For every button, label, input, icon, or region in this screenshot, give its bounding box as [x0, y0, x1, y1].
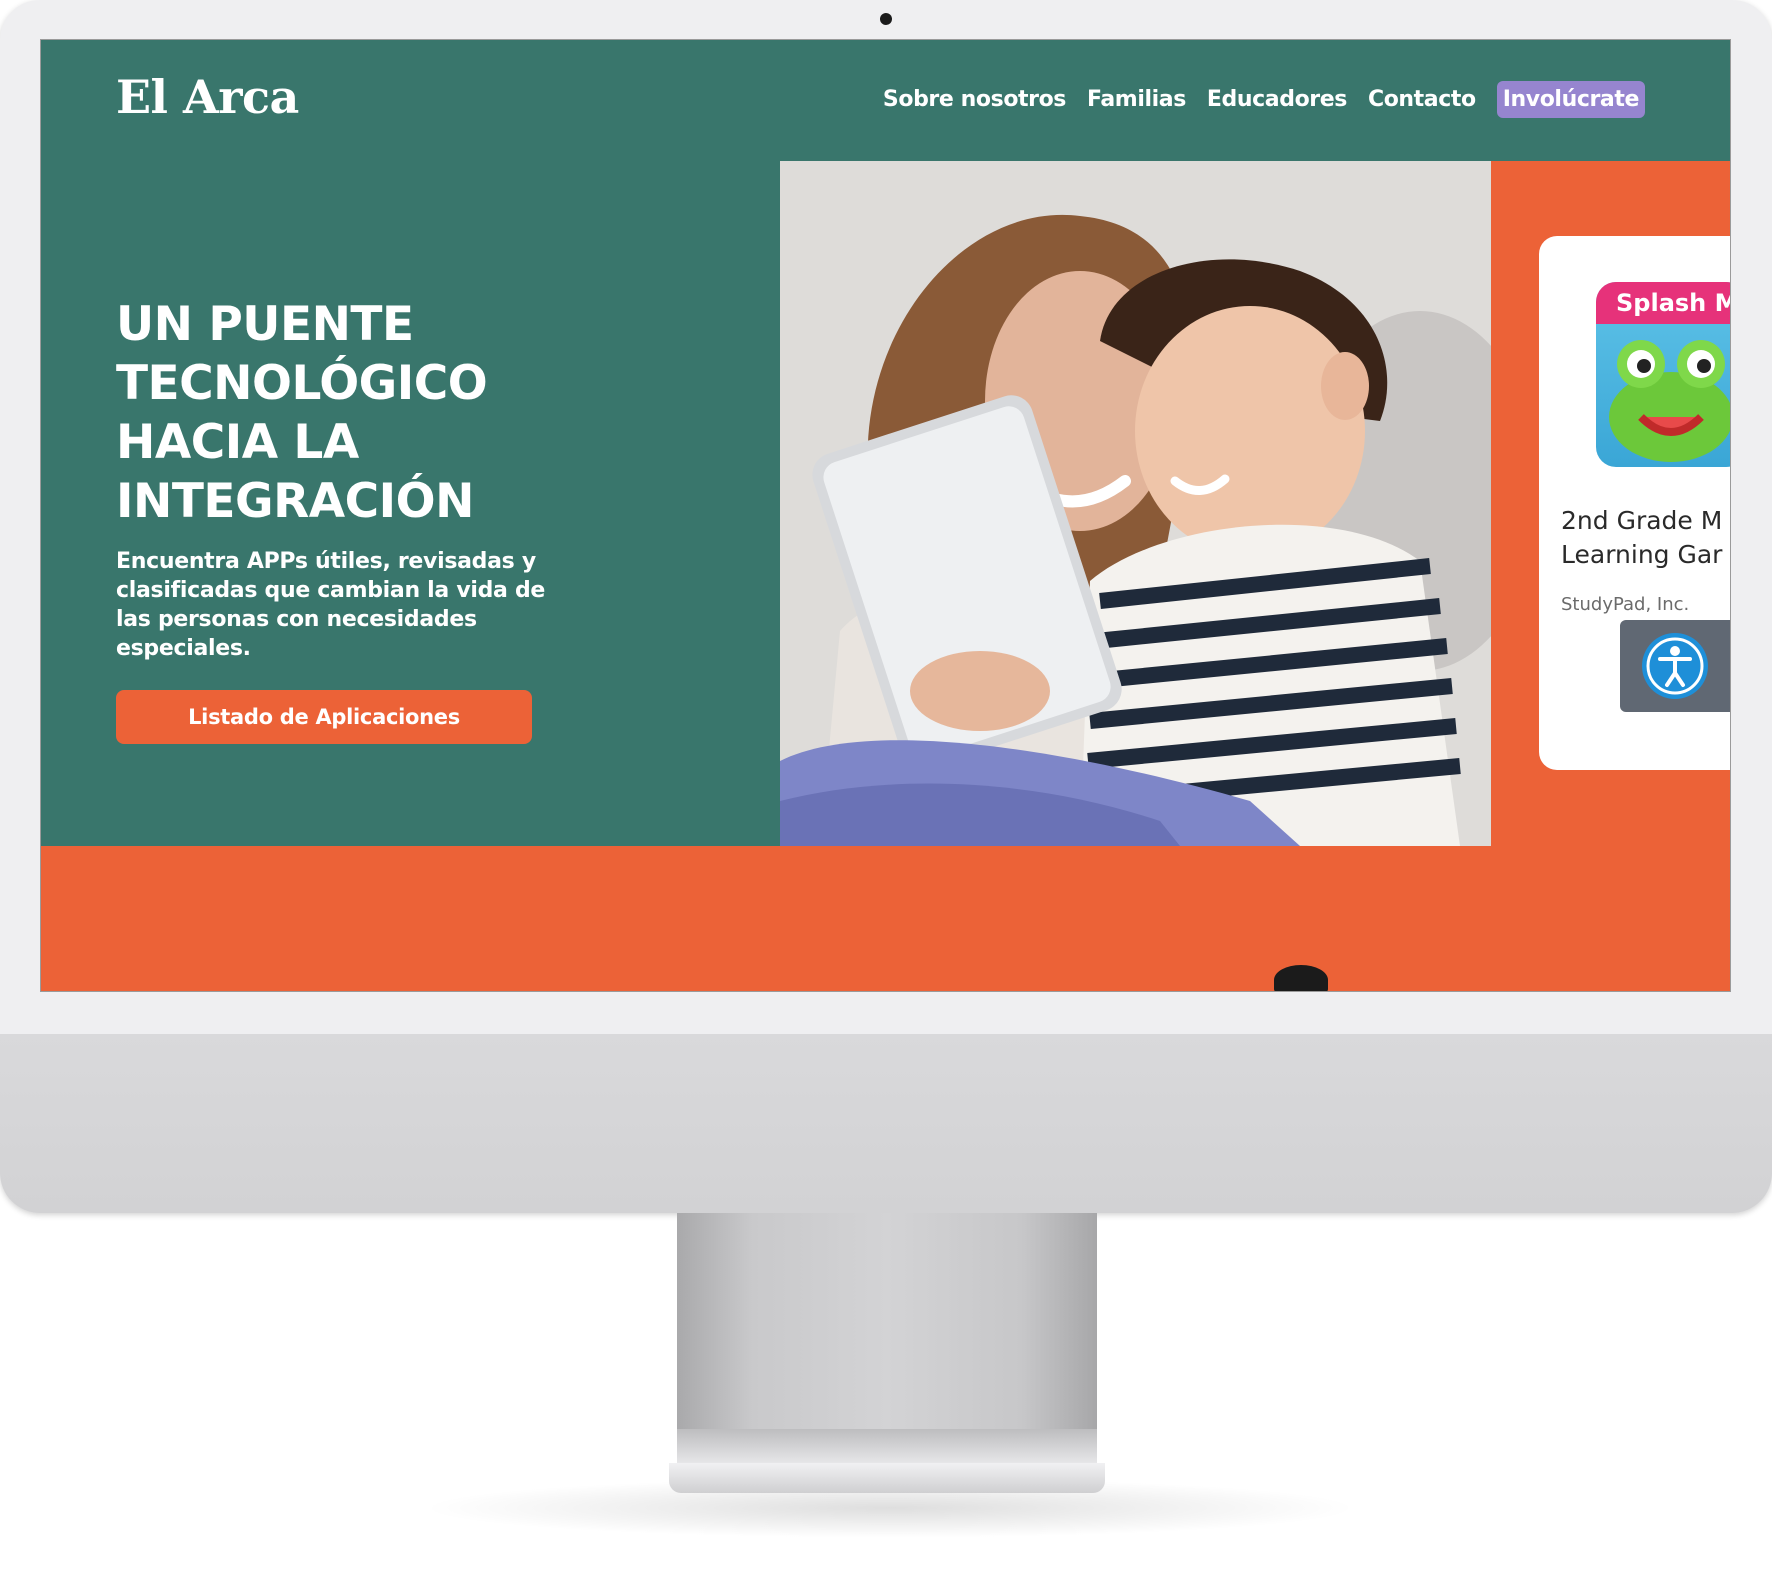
hero-title-line: TECNOLÓGICO — [116, 356, 488, 411]
decorative-shape — [1274, 965, 1328, 991]
hero-section: UN PUENTE TECNOLÓGICO HACIA LA INTEGRACI… — [41, 161, 780, 846]
hero-subtitle: Encuentra APPs útiles, revisadas y clasi… — [116, 549, 546, 661]
app-name-line: 2nd Grade M — [1561, 506, 1723, 535]
app-list-button[interactable]: Listado de Aplicaciones — [116, 690, 532, 744]
bottom-section — [41, 846, 1730, 991]
app-icon: Splash M — [1596, 282, 1730, 467]
hero-title-line: UN PUENTE — [116, 297, 414, 352]
accessibility-person-icon — [1642, 633, 1708, 699]
app-name-line: Learning Gar — [1561, 540, 1723, 569]
hero-title-line: INTEGRACIÓN — [116, 474, 474, 529]
hero-photo-illustration — [780, 161, 1491, 846]
app-name: 2nd Grade M Learning Gar — [1561, 504, 1730, 572]
hero-title: UN PUENTE TECNOLÓGICO HACIA LA INTEGRACI… — [116, 295, 576, 531]
nav-link-educadores[interactable]: Educadores — [1207, 87, 1347, 112]
imac-stand — [677, 1213, 1097, 1463]
nav-cta-involucrate[interactable]: Involúcrate — [1496, 81, 1645, 118]
hero-title-line: HACIA LA — [116, 415, 359, 470]
site-logo[interactable]: El Arca — [116, 70, 299, 124]
accessibility-button[interactable] — [1620, 620, 1730, 712]
nav-link-contacto[interactable]: Contacto — [1368, 87, 1476, 112]
top-navigation: El Arca Sobre nosotros Familias Educador… — [41, 40, 1730, 161]
nav-links: Sobre nosotros Familias Educadores Conta… — [862, 81, 1645, 118]
hero-photo — [780, 161, 1491, 846]
nav-link-sobre-nosotros[interactable]: Sobre nosotros — [883, 87, 1067, 112]
imac-chin — [0, 1034, 1772, 1213]
app-developer: StudyPad, Inc. — [1561, 594, 1690, 615]
website-screen: El Arca Sobre nosotros Familias Educador… — [40, 39, 1731, 992]
frog-icon — [1609, 340, 1730, 462]
camera-dot — [880, 13, 892, 25]
imac-stand-foot — [669, 1463, 1105, 1493]
nav-link-familias[interactable]: Familias — [1087, 87, 1186, 112]
